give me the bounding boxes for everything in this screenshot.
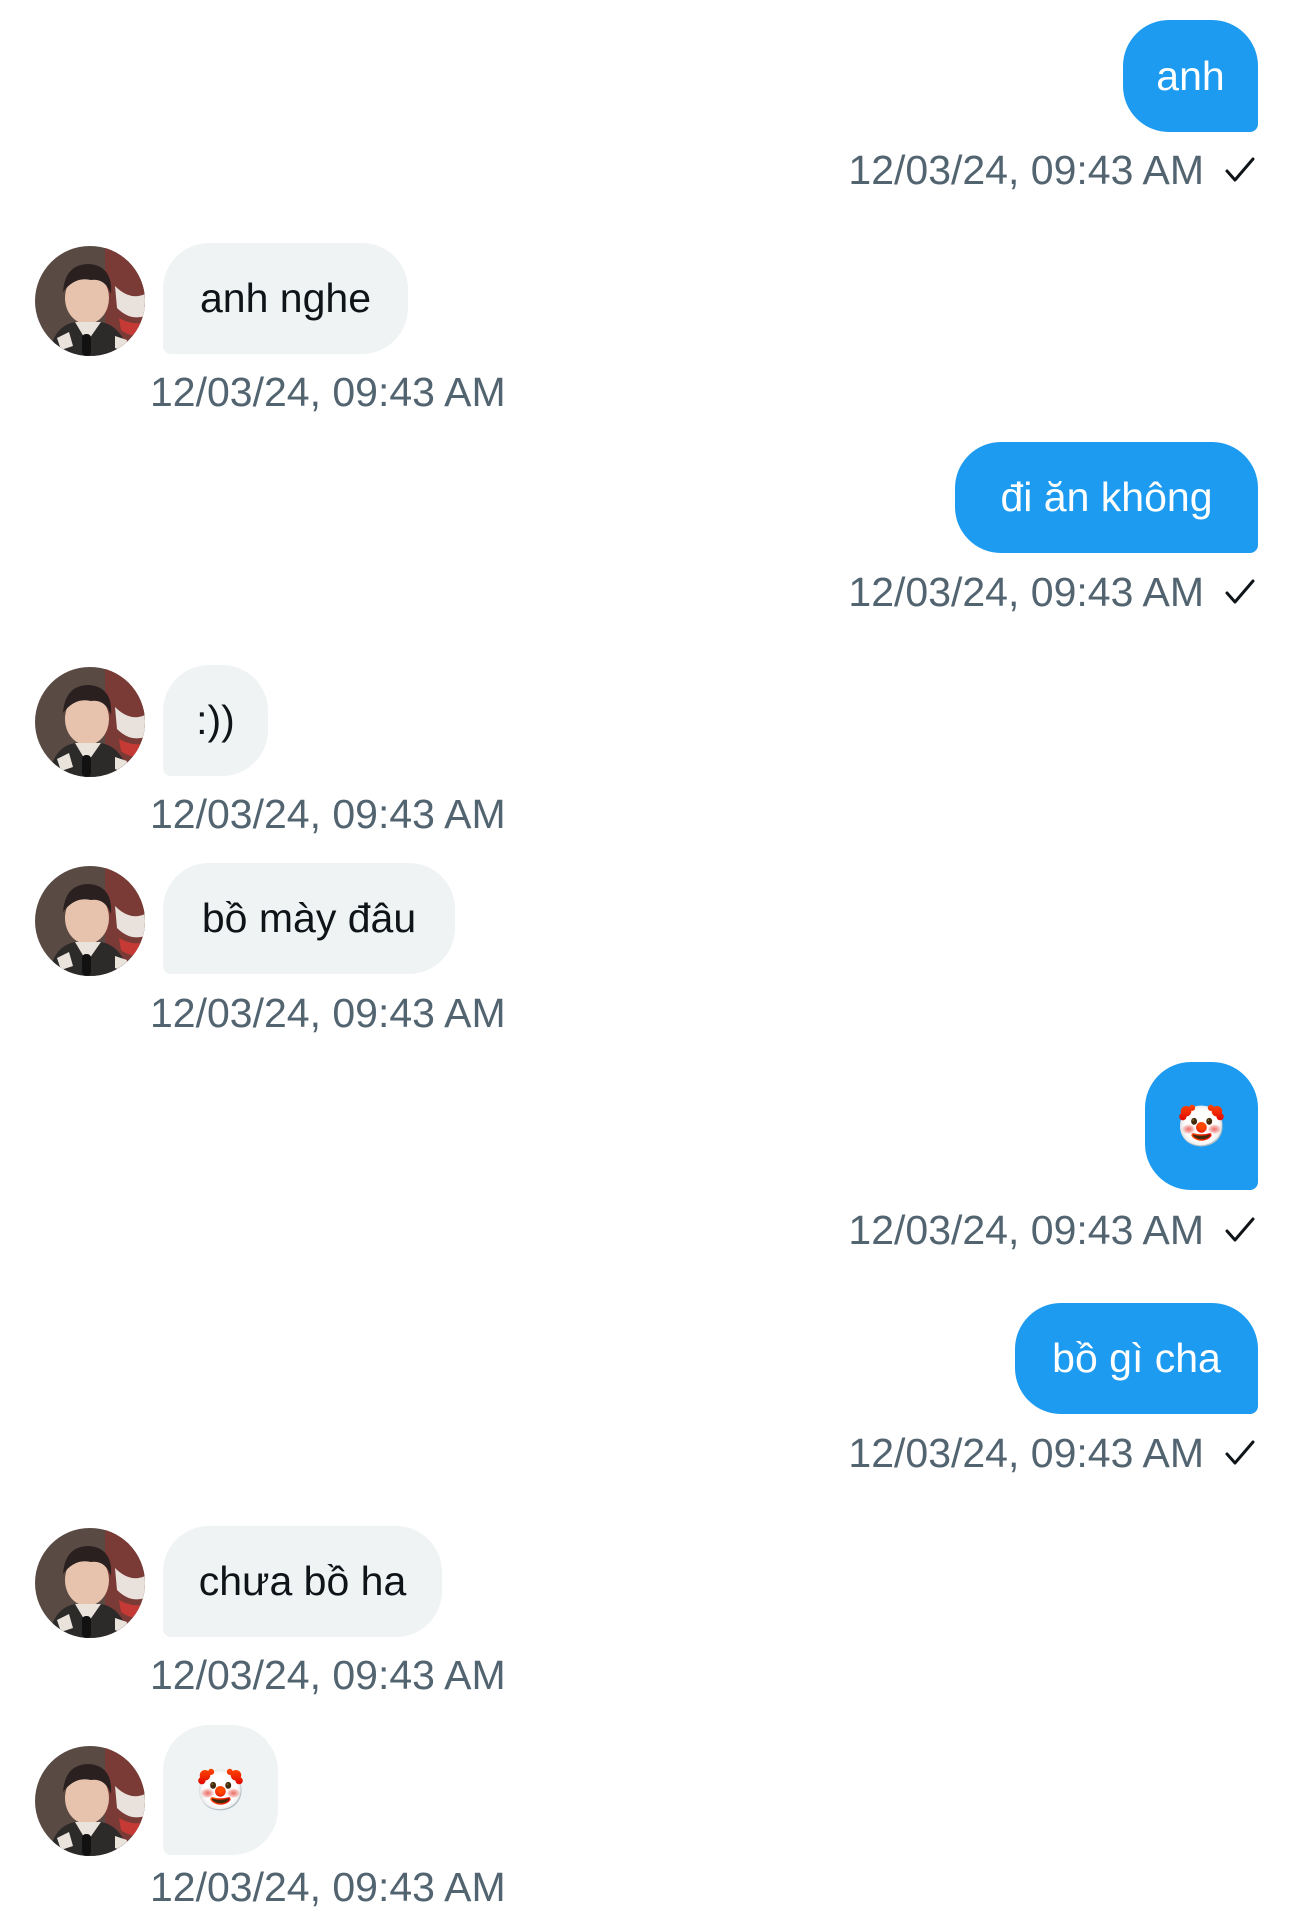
message-bubble-outgoing[interactable]: 🤡 bbox=[1145, 1062, 1258, 1190]
avatar[interactable] bbox=[35, 667, 145, 777]
message-bubble-incoming[interactable]: anh nghe bbox=[163, 243, 408, 354]
message-bubble-incoming[interactable]: bồ mày đâu bbox=[163, 863, 455, 974]
message-text: anh bbox=[1156, 52, 1225, 99]
avatar[interactable] bbox=[35, 1746, 145, 1856]
message-bubble-outgoing[interactable]: bồ gì cha bbox=[1015, 1303, 1258, 1414]
timestamp: 12/03/24, 09:43 AM bbox=[848, 569, 1204, 615]
timestamp: 12/03/24, 09:43 AM bbox=[150, 369, 506, 415]
timestamp: 12/03/24, 09:43 AM bbox=[150, 791, 506, 837]
message-bubble-incoming[interactable]: :)) bbox=[163, 665, 268, 776]
timestamp: 12/03/24, 09:43 AM bbox=[150, 1864, 506, 1910]
check-icon bbox=[1225, 157, 1255, 182]
avatar[interactable] bbox=[35, 866, 145, 976]
message-bubble-incoming[interactable]: 🤡 bbox=[163, 1725, 278, 1855]
message-meta: 12/03/24, 09:43 AM bbox=[848, 567, 1258, 617]
message-text: bồ mày đâu bbox=[201, 895, 417, 941]
avatar[interactable] bbox=[35, 1528, 145, 1638]
timestamp: 12/03/24, 09:43 AM bbox=[848, 1207, 1204, 1253]
message-text: chưa bồ ha bbox=[198, 1558, 407, 1604]
message-bubble-outgoing[interactable]: đi ăn không bbox=[955, 442, 1258, 553]
message-text: anh nghe bbox=[199, 275, 371, 321]
message-text: đi ăn không bbox=[1000, 474, 1213, 520]
check-icon bbox=[1225, 1440, 1255, 1465]
check-icon bbox=[1225, 1217, 1255, 1242]
message-meta: 12/03/24, 09:43 AM bbox=[848, 1428, 1258, 1478]
message-text: bồ gì cha bbox=[1052, 1335, 1221, 1381]
timestamp: 12/03/24, 09:43 AM bbox=[848, 147, 1204, 193]
check-icon bbox=[1225, 579, 1255, 604]
avatar[interactable] bbox=[35, 246, 145, 356]
message-text: :)) bbox=[196, 697, 235, 743]
clown-emoji: 🤡 bbox=[195, 1767, 246, 1814]
timestamp: 12/03/24, 09:43 AM bbox=[848, 1430, 1204, 1476]
timestamp: 12/03/24, 09:43 AM bbox=[150, 990, 506, 1036]
clown-emoji: 🤡 bbox=[1176, 1103, 1227, 1150]
message-bubble-incoming[interactable]: chưa bồ ha bbox=[163, 1526, 442, 1637]
timestamp: 12/03/24, 09:43 AM bbox=[150, 1652, 506, 1698]
message-bubble-outgoing[interactable]: anh bbox=[1123, 20, 1258, 132]
message-meta: 12/03/24, 09:43 AM bbox=[848, 1205, 1258, 1255]
message-meta: 12/03/24, 09:43 AM bbox=[848, 145, 1258, 195]
